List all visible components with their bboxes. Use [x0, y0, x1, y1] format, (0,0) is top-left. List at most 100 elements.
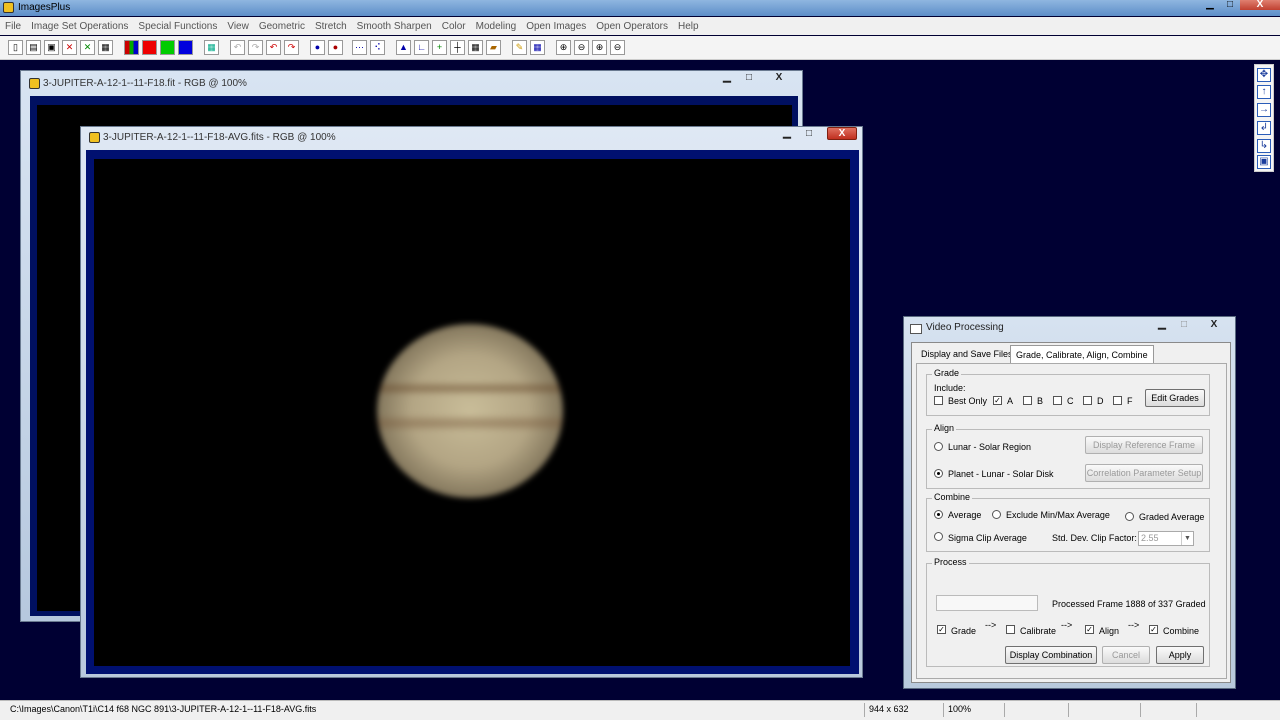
maximize-button[interactable]: □: [739, 72, 759, 83]
toolbar: ▯ ▤ ▣ ✕ ✕ ▦ ▦ ↶ ↷ ↶ ↷ ● ● ⋯ ⠪ ▲ ∟ + ┼ ▦ …: [0, 36, 1280, 60]
menu-smooth-sharpen[interactable]: Smooth Sharpen: [352, 21, 437, 32]
std-dev-clip-factor-select[interactable]: 2.55 ▼: [1138, 531, 1194, 546]
grade-step-checkbox[interactable]: ✓: [937, 625, 946, 634]
arrow-right-icon[interactable]: →: [1257, 103, 1271, 117]
sigma-clip-label: Sigma Clip Average: [948, 533, 1027, 543]
grid-icon[interactable]: ▦: [204, 40, 219, 55]
grade-d-checkbox[interactable]: [1083, 396, 1092, 405]
std-dev-clip-factor-value: 2.55: [1141, 533, 1159, 543]
redo-disabled-icon[interactable]: ↷: [248, 40, 263, 55]
close-image-icon[interactable]: ✕: [62, 40, 77, 55]
minimize-button[interactable]: ▁: [1152, 319, 1172, 330]
status-separator: [1140, 703, 1141, 717]
triangle-icon[interactable]: ▲: [396, 40, 411, 55]
green-channel-icon[interactable]: [160, 40, 175, 55]
grade-step-label: Grade: [951, 626, 977, 636]
grade-b-checkbox[interactable]: [1023, 396, 1032, 405]
crosshair-icon[interactable]: +: [432, 40, 447, 55]
menu-modeling[interactable]: Modeling: [471, 21, 522, 32]
menu-help[interactable]: Help: [673, 21, 704, 32]
points-icon[interactable]: ⠪: [370, 40, 385, 55]
menu-file[interactable]: File: [0, 21, 26, 32]
close-button[interactable]: X: [1204, 319, 1224, 330]
planet-lunar-solar-disk-radio[interactable]: [934, 469, 943, 478]
align-step-checkbox[interactable]: ✓: [1085, 625, 1094, 634]
app-close-button[interactable]: X: [1240, 0, 1280, 10]
window-list-icon[interactable]: ▦: [98, 40, 113, 55]
zoom-in-icon[interactable]: ⊕: [556, 40, 571, 55]
rotate-left-icon[interactable]: ↲: [1257, 121, 1271, 135]
menu-geometric[interactable]: Geometric: [254, 21, 310, 32]
grade-a-checkbox[interactable]: ✓: [993, 396, 1002, 405]
rotate-right-icon[interactable]: ↳: [1257, 139, 1271, 153]
sigma-clip-radio[interactable]: [934, 532, 943, 541]
copy-icon[interactable]: ▣: [1257, 155, 1271, 169]
redo-icon[interactable]: ↷: [284, 40, 299, 55]
apply-button[interactable]: Apply: [1156, 646, 1204, 664]
menu-color[interactable]: Color: [437, 21, 471, 32]
menu-stretch[interactable]: Stretch: [310, 21, 352, 32]
exclude-minmax-radio[interactable]: [992, 510, 1001, 519]
arrow-up-icon[interactable]: ↑: [1257, 85, 1271, 99]
right-toolbar: ✥ ↑ → ↲ ↳ ▣: [1254, 64, 1274, 172]
open-file-icon[interactable]: ▤: [26, 40, 41, 55]
display-combination-button[interactable]: Display Combination: [1005, 646, 1097, 664]
cancel-button[interactable]: Cancel: [1102, 646, 1150, 664]
red-channel-icon[interactable]: [142, 40, 157, 55]
average-radio[interactable]: [934, 510, 943, 519]
new-file-icon[interactable]: ▯: [8, 40, 23, 55]
image-window-front[interactable]: 3-JUPITER-A-12-1--11-F18-AVG.fits - RGB …: [80, 126, 863, 678]
image-canvas[interactable]: [94, 159, 850, 666]
minimize-button[interactable]: ▁: [777, 128, 797, 139]
move-icon[interactable]: ✥: [1257, 68, 1271, 82]
cross-icon[interactable]: ┼: [450, 40, 465, 55]
pencil-icon[interactable]: ✎: [512, 40, 527, 55]
rgb-channels-icon[interactable]: [124, 40, 139, 55]
close-button[interactable]: X: [827, 127, 857, 140]
stop-icon[interactable]: ●: [328, 40, 343, 55]
zoom-actual-icon[interactable]: ⊖: [610, 40, 625, 55]
menu-bar: File Image Set Operations Special Functi…: [0, 17, 1280, 35]
grade-c-checkbox[interactable]: [1053, 396, 1062, 405]
jupiter-image: [377, 324, 563, 498]
best-only-checkbox[interactable]: [934, 396, 943, 405]
minimize-button[interactable]: ▁: [717, 72, 737, 83]
app-icon: [3, 2, 14, 13]
grade-f-checkbox[interactable]: [1113, 396, 1122, 405]
menu-open-images[interactable]: Open Images: [521, 21, 591, 32]
average-label: Average: [948, 510, 982, 520]
matrix-icon[interactable]: ▦: [530, 40, 545, 55]
zoom-fit-icon[interactable]: ⊕: [592, 40, 607, 55]
lunar-solar-region-radio[interactable]: [934, 442, 943, 451]
close-button[interactable]: X: [769, 72, 789, 83]
brush-icon[interactable]: ▰: [486, 40, 501, 55]
combine-step-checkbox[interactable]: ✓: [1149, 625, 1158, 634]
save-icon[interactable]: ▣: [44, 40, 59, 55]
correlation-parameter-setup-button[interactable]: Correlation Parameter Setup: [1085, 464, 1203, 482]
maximize-button[interactable]: □: [1174, 319, 1194, 330]
undo-icon[interactable]: ↶: [266, 40, 281, 55]
undo-disabled-icon[interactable]: ↶: [230, 40, 245, 55]
table-icon[interactable]: ▦: [468, 40, 483, 55]
menu-image-set-operations[interactable]: Image Set Operations: [26, 21, 133, 32]
close-all-icon[interactable]: ✕: [80, 40, 95, 55]
calibrate-step-checkbox[interactable]: [1006, 625, 1015, 634]
status-file-path: C:\Images\Canon\T1i\C14 f68 NGC 891\3-JU…: [10, 704, 317, 714]
blue-channel-icon[interactable]: [178, 40, 193, 55]
maximize-button[interactable]: □: [799, 128, 819, 139]
tab-grade-calibrate-align-combine[interactable]: Grade, Calibrate, Align, Combine: [1010, 345, 1154, 363]
edit-grades-button[interactable]: Edit Grades: [1145, 389, 1205, 407]
menu-special-functions[interactable]: Special Functions: [133, 21, 222, 32]
video-processing-dialog: Video Processing ▁ □ X Display and Save …: [903, 316, 1236, 689]
menu-open-operators[interactable]: Open Operators: [591, 21, 673, 32]
dots-icon[interactable]: ⋯: [352, 40, 367, 55]
calibrate-step-label: Calibrate: [1020, 626, 1057, 636]
angle-icon[interactable]: ∟: [414, 40, 429, 55]
menu-view[interactable]: View: [222, 21, 254, 32]
tab-display-save-files[interactable]: Display and Save Files: [916, 345, 1018, 363]
grade-c-label: C: [1067, 396, 1074, 406]
record-icon[interactable]: ●: [310, 40, 325, 55]
graded-average-radio[interactable]: [1125, 512, 1134, 521]
display-reference-frame-button[interactable]: Display Reference Frame: [1085, 436, 1203, 454]
zoom-out-icon[interactable]: ⊖: [574, 40, 589, 55]
